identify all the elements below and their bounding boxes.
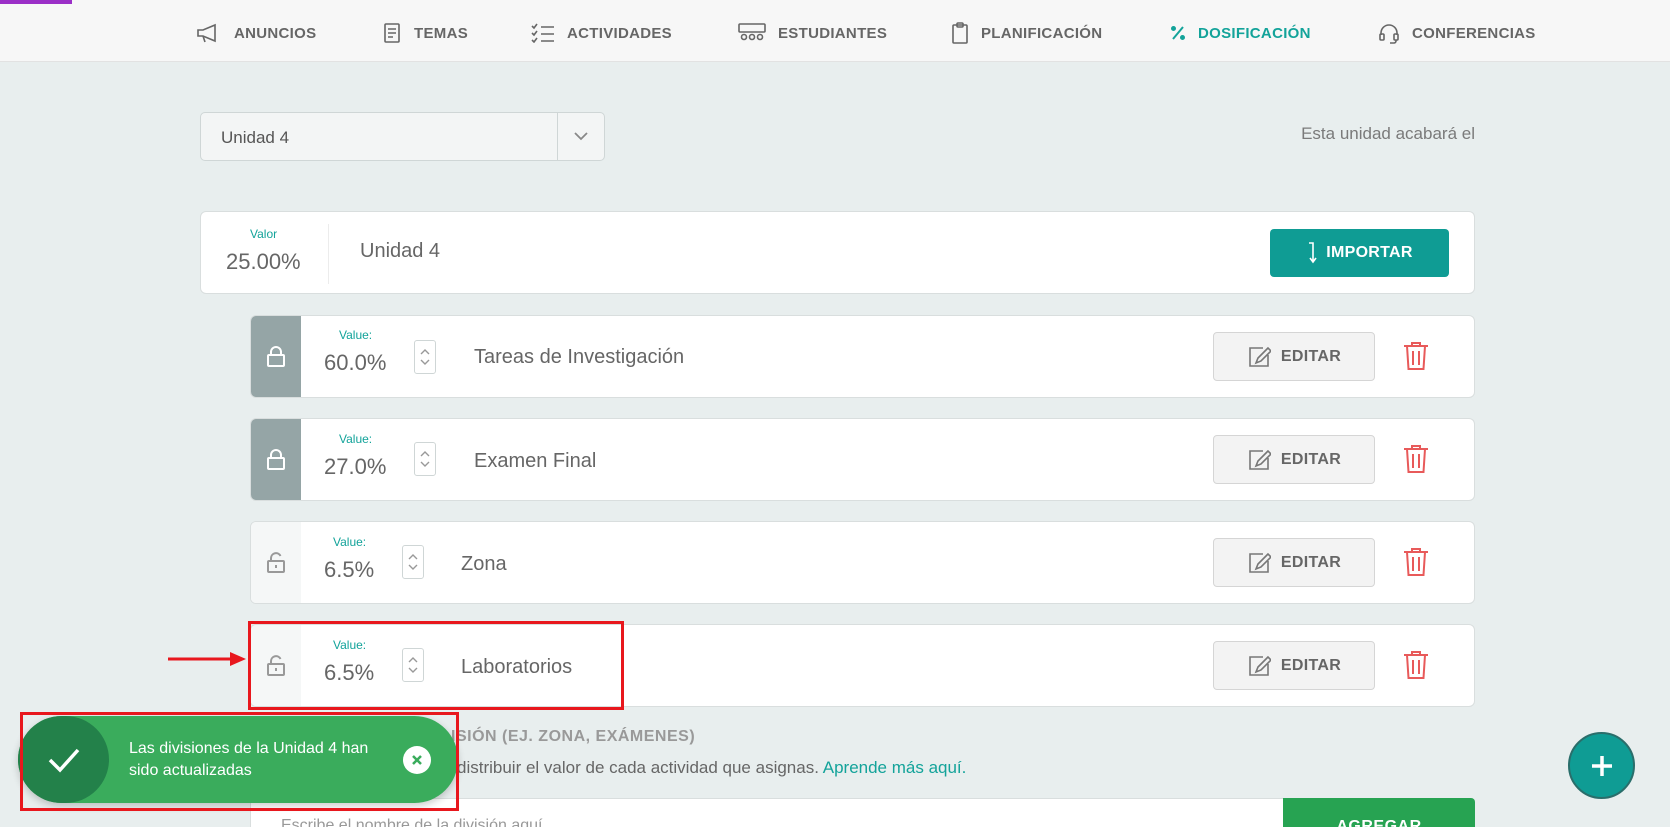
- division-name: Tareas de Investigación: [474, 346, 685, 368]
- new-division-help: distribuir el valor de cada actividad qu…: [457, 758, 966, 778]
- division-row: Value: 60.0% Tareas de Investigación EDI…: [250, 315, 1475, 398]
- unit-name: Unidad 4: [360, 240, 441, 262]
- checklist-icon: [531, 23, 554, 43]
- trash-icon[interactable]: [1403, 650, 1429, 680]
- edit-label: EDITAR: [1280, 656, 1342, 674]
- value-stepper[interactable]: [402, 545, 424, 579]
- unit-select[interactable]: Unidad 4: [200, 112, 605, 161]
- trash-icon[interactable]: [1403, 444, 1429, 474]
- division-name: Zona: [461, 553, 507, 575]
- trash-icon[interactable]: [1403, 547, 1429, 577]
- lock-toggle[interactable]: [251, 522, 301, 603]
- tab-estudiantes[interactable]: ESTUDIANTES: [738, 22, 887, 44]
- stepper-arrows-icon: [408, 554, 418, 570]
- edit-button[interactable]: EDITAR: [1213, 435, 1375, 484]
- edit-icon: [1249, 346, 1271, 367]
- tab-label: TEMAS: [414, 24, 468, 42]
- value-stepper[interactable]: [414, 340, 436, 374]
- lock-toggle[interactable]: [251, 419, 301, 500]
- chevron-down-icon[interactable]: [557, 113, 604, 160]
- megaphone-icon: [197, 23, 216, 43]
- learn-more-link[interactable]: Aprende más aquí.: [823, 758, 967, 777]
- import-label: IMPORTAR: [1326, 244, 1413, 261]
- new-division-title: ISIÓN (EJ. ZONA, EXÁMENES): [451, 728, 696, 745]
- help-text: distribuir el valor de cada actividad qu…: [457, 758, 819, 777]
- tab-dosificacion[interactable]: DOSIFICACIÓN: [1170, 22, 1311, 44]
- edit-label: EDITAR: [1280, 347, 1342, 365]
- division-value: 27.0%: [324, 454, 387, 479]
- divider: [328, 224, 329, 284]
- annotation-arrow: [168, 652, 246, 666]
- tab-temas[interactable]: TEMAS: [382, 22, 468, 44]
- add-division-button[interactable]: AGREGAR: [1283, 798, 1475, 827]
- tab-anuncios[interactable]: ANUNCIOS: [196, 22, 316, 44]
- highlight-box: [20, 712, 459, 811]
- percent-icon: [1171, 26, 1185, 40]
- stepper-arrows-icon: [420, 349, 430, 365]
- edit-label: EDITAR: [1280, 553, 1342, 571]
- headset-icon: [1379, 24, 1399, 44]
- unit-end-text: Esta unidad acabará el: [1301, 124, 1475, 143]
- division-name: Examen Final: [474, 450, 597, 472]
- tab-actividades[interactable]: ACTIVIDADES: [531, 22, 672, 44]
- tab-label: CONFERENCIAS: [1412, 24, 1536, 42]
- highlight-box: [248, 621, 624, 710]
- edit-button[interactable]: EDITAR: [1213, 641, 1375, 690]
- brand-accent-strip: [0, 0, 72, 4]
- tab-conferencias[interactable]: CONFERENCIAS: [1378, 22, 1536, 44]
- value-stepper[interactable]: [414, 442, 436, 476]
- import-button[interactable]: IMPORTAR: [1270, 229, 1449, 277]
- stepper-arrows-icon: [420, 451, 430, 467]
- trash-icon[interactable]: [1403, 341, 1429, 371]
- lock-icon: [267, 345, 285, 367]
- tab-label: ANUNCIOS: [234, 24, 317, 42]
- division-value: 6.5%: [324, 557, 375, 582]
- lock-toggle[interactable]: [251, 316, 301, 397]
- edit-icon: [1249, 449, 1271, 470]
- top-nav-bar: ANUNCIOS TEMAS ACTIVIDADES ESTUDIANTES P…: [0, 0, 1670, 62]
- edit-label: EDITAR: [1280, 450, 1342, 468]
- value-label: Value:: [339, 328, 373, 342]
- book-icon: [384, 23, 400, 43]
- tab-label: ESTUDIANTES: [778, 24, 888, 42]
- edit-button[interactable]: EDITAR: [1213, 332, 1375, 381]
- import-icon: [1309, 242, 1317, 264]
- unit-value: 25.00%: [226, 249, 301, 274]
- unlock-icon: [267, 551, 285, 573]
- input-placeholder: Escribe el nombre de la división aquí: [281, 817, 543, 827]
- unit-card: Valor 25.00% Unidad 4 IMPORTAR: [200, 211, 1475, 294]
- value-label: Value:: [339, 432, 373, 446]
- division-row: Value: 6.5% Zona EDITAR: [250, 521, 1475, 604]
- division-row: Value: 27.0% Examen Final EDITAR: [250, 418, 1475, 501]
- plus-icon: [1591, 755, 1612, 776]
- edit-icon: [1249, 552, 1271, 573]
- clipboard-icon: [952, 22, 968, 44]
- tab-label: ACTIVIDADES: [567, 24, 672, 42]
- division-value: 60.0%: [324, 350, 387, 375]
- value-label: Value:: [333, 535, 367, 549]
- tab-label: DOSIFICACIÓN: [1198, 24, 1311, 42]
- students-icon: [738, 23, 766, 41]
- unit-select-value: Unidad 4: [221, 128, 290, 147]
- edit-icon: [1249, 655, 1271, 676]
- add-fab-button[interactable]: [1568, 732, 1635, 799]
- tab-planificacion[interactable]: PLANIFICACIÓN: [951, 22, 1102, 44]
- lock-icon: [267, 448, 285, 470]
- tab-label: PLANIFICACIÓN: [981, 24, 1103, 42]
- valor-label: Valor: [250, 227, 278, 241]
- edit-button[interactable]: EDITAR: [1213, 538, 1375, 587]
